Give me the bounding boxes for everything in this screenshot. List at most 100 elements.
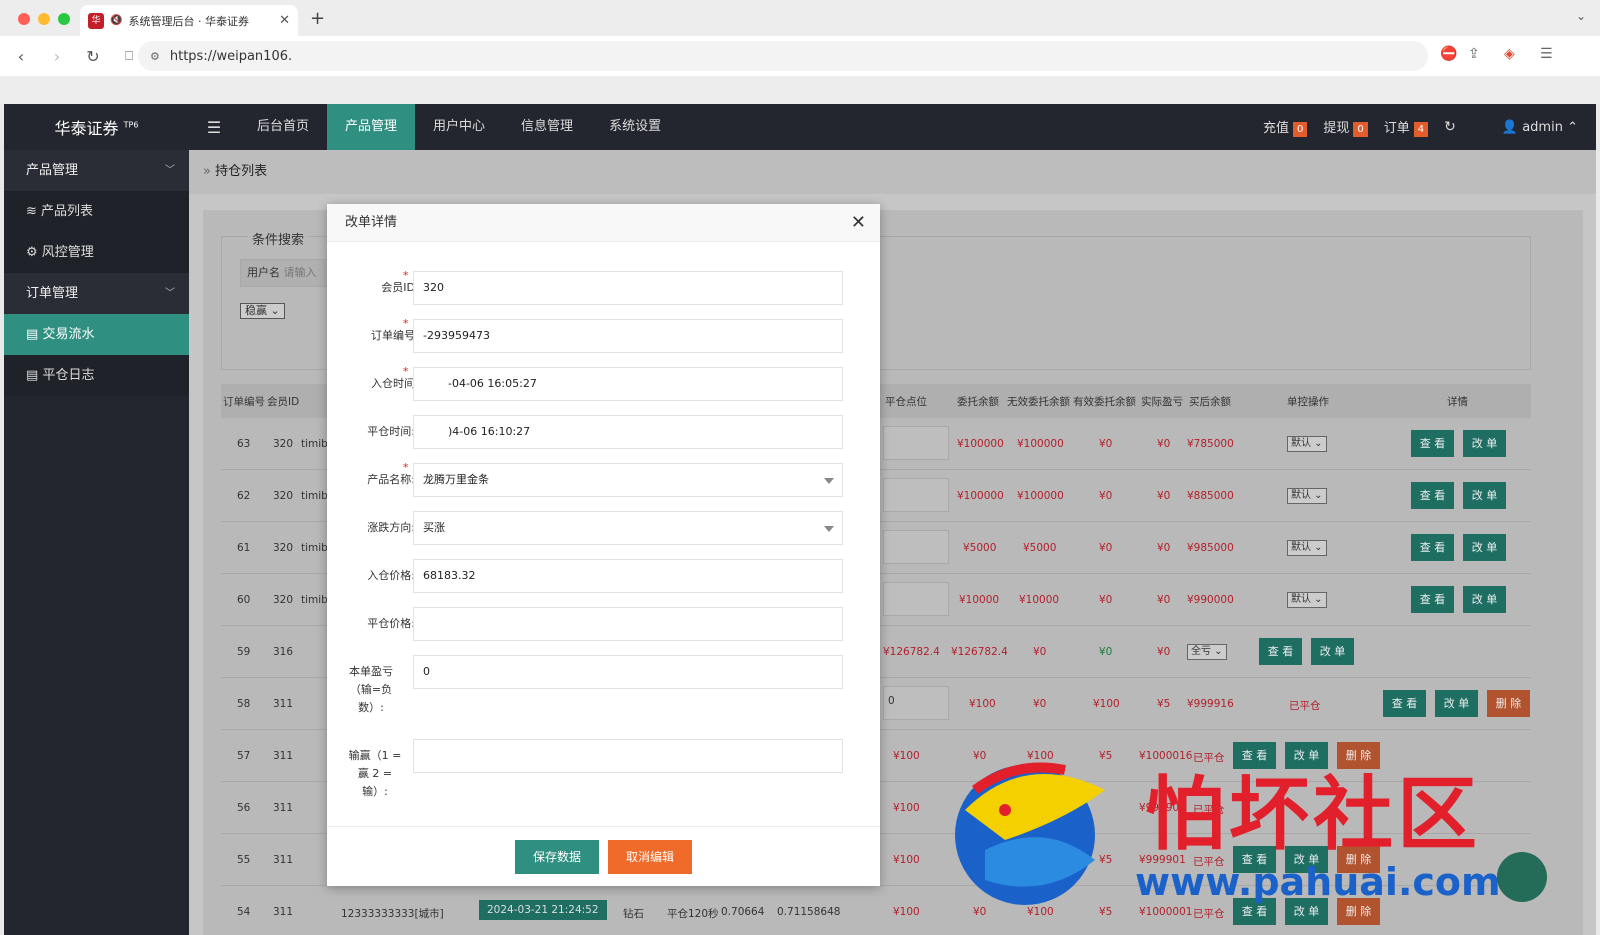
cell-point-input[interactable] (883, 530, 949, 564)
cell-id: 59 (237, 646, 251, 658)
col-after: 买后余额 (1189, 396, 1231, 408)
sidebar-group-label: 订单管理 (26, 286, 79, 301)
back-icon[interactable]: ‹ (6, 47, 36, 66)
maximize-window-icon[interactable] (58, 13, 70, 25)
ctrl-select[interactable]: 默认 ⌄ (1287, 592, 1327, 608)
sidebar-item-close-log[interactable]: ▤ 平仓日志 (4, 355, 189, 396)
nav-settings[interactable]: 系统设置 (591, 104, 679, 150)
order-no-input[interactable]: -293959473 (413, 319, 843, 353)
ctrl-select[interactable]: 默认 ⌄ (1287, 488, 1327, 504)
view-button[interactable]: 查 看 (1411, 534, 1454, 561)
fish-logo-icon (955, 762, 1105, 905)
edit-button[interactable]: 改 单 (1463, 534, 1506, 561)
watermark-text: 怕坏社区 (1145, 768, 1481, 861)
view-button[interactable]: 查 看 (1411, 482, 1454, 509)
delete-button[interactable]: 删 除 (1487, 690, 1530, 717)
edit-button[interactable]: 改 单 (1463, 586, 1506, 613)
close-time-input[interactable]: )4-06 16:10:27 (413, 415, 843, 449)
nav-users[interactable]: 用户中心 (415, 104, 503, 150)
view-button[interactable]: 查 看 (1383, 690, 1426, 717)
cell-point-input[interactable] (883, 582, 949, 616)
col-invalid: 无效委托余额 (1007, 396, 1070, 408)
edit-button[interactable]: 改 单 (1463, 430, 1506, 457)
sidebar-group-products[interactable]: 产品管理 ﹀ (4, 150, 189, 191)
doc-icon: ▤ (26, 327, 39, 342)
sidebar-group-orders[interactable]: 订单管理 ﹀ (4, 273, 189, 314)
edit-button[interactable]: 改 单 (1435, 690, 1478, 717)
chevron-down-icon[interactable]: ⌄ (1576, 9, 1586, 23)
refresh-icon[interactable]: ↻ (1444, 119, 1456, 135)
view-button[interactable]: 查 看 (1411, 430, 1454, 457)
watermark: 怕坏社区 www.pahuai.com (945, 750, 1545, 910)
sidebar-item-product-list[interactable]: ≋ 产品列表 (4, 191, 189, 232)
search-user-input[interactable]: 请输入 (284, 266, 317, 279)
status-badge: 已平仓 (1289, 700, 1321, 712)
pnl-input[interactable]: 0 (413, 655, 843, 689)
recharge-link[interactable]: 充值 0 (1263, 117, 1308, 137)
close-icon[interactable]: ✕ (851, 213, 866, 233)
user-menu[interactable]: 👤 admin ⌃ (1502, 120, 1578, 135)
required-mark: * (403, 461, 409, 474)
ctrl-value: 全亏 (1191, 646, 1211, 657)
ctrl-select[interactable]: 全亏 ⌄ (1187, 644, 1227, 660)
withdraw-label: 提现 (1323, 121, 1350, 136)
withdraw-link[interactable]: 提现 0 (1323, 117, 1368, 137)
view-button[interactable]: 查 看 (1259, 638, 1302, 665)
cell-after: ¥990000 (1187, 594, 1234, 606)
cell-pnl: ¥0 (1157, 490, 1171, 502)
minimize-window-icon[interactable] (38, 13, 50, 25)
close-price-input[interactable] (413, 607, 843, 641)
nav-info[interactable]: 信息管理 (503, 104, 591, 150)
cell-id: 58 (237, 698, 251, 710)
open-price-input[interactable]: 68183.32 (413, 559, 843, 593)
sidebar-item-risk[interactable]: ⚙ 风控管理 (4, 232, 189, 273)
ctrl-select[interactable]: 默认 ⌄ (1287, 540, 1327, 556)
cell-id: 54 (237, 906, 251, 918)
direction-label: 涨跌方向: (367, 521, 415, 534)
edit-button[interactable]: 改 单 (1463, 482, 1506, 509)
winlose-input[interactable] (413, 739, 843, 773)
cell-point-input[interactable]: 0 (883, 686, 949, 720)
edit-button[interactable]: 改 单 (1311, 638, 1354, 665)
new-tab-icon[interactable]: + (310, 8, 325, 29)
filter-select[interactable]: 稳赢 ⌄ (240, 303, 285, 319)
cell-entrust: ¥126782.4 (951, 646, 1008, 658)
chat-icon[interactable] (1497, 852, 1547, 902)
order-link[interactable]: 订单 4 (1384, 117, 1429, 137)
cell-valid: ¥0 (1099, 594, 1113, 606)
nav-home[interactable]: 后台首页 (239, 104, 327, 150)
cell-point-input[interactable] (883, 478, 949, 512)
open-time-input[interactable]: -04-06 16:05:27 (413, 367, 843, 401)
cancel-button[interactable]: 取消编辑 (608, 840, 692, 874)
cell-id: 55 (237, 854, 251, 866)
address-bar[interactable]: ⚙ https://weipan106. (138, 41, 1428, 71)
ctrl-select[interactable]: 默认 ⌄ (1287, 436, 1327, 452)
cell-after: ¥885000 (1187, 490, 1234, 502)
close-window-icon[interactable] (18, 13, 30, 25)
browser-tab[interactable]: 华 🔇 系统管理后台 · 华泰证券 ✕ (80, 5, 298, 36)
site-settings-icon[interactable]: ⚙ (150, 50, 160, 63)
direction-select[interactable]: 买涨 (413, 511, 843, 545)
forward-icon[interactable]: › (42, 47, 72, 66)
cell-entrust: ¥100000 (957, 438, 1004, 450)
member-id-input[interactable]: 320 (413, 271, 843, 305)
view-button[interactable]: 查 看 (1411, 586, 1454, 613)
nav-products[interactable]: 产品管理 (327, 104, 416, 150)
sidebar-item-trades[interactable]: ▤ 交易流水 (4, 314, 189, 355)
cell-member: 311 (273, 802, 294, 814)
product-select[interactable]: 龙腾万里金条 (413, 463, 843, 497)
ctrl-value: 默认 (1291, 594, 1311, 605)
close-tab-icon[interactable]: ✕ (279, 13, 290, 28)
save-button[interactable]: 保存数据 (515, 840, 599, 874)
shield-icon[interactable]: ◈ (1504, 46, 1515, 62)
reload-icon[interactable]: ↻ (78, 47, 108, 66)
cell-out-price: 0.71158648 (777, 906, 841, 918)
menu-toggle-icon[interactable]: ☰ (189, 118, 239, 137)
cell-point-input[interactable] (883, 426, 949, 460)
menu-icon[interactable]: ☰ (1540, 46, 1553, 62)
cell-pnl: ¥0 (1157, 594, 1171, 606)
blocked-icon[interactable]: ⛔ (1440, 46, 1457, 62)
mute-icon[interactable]: 🔇 (110, 15, 122, 26)
sidebar: 产品管理 ﹀ ≋ 产品列表 ⚙ 风控管理 订单管理 ﹀ ▤ 交易流水 ▤ 平仓日志 (4, 150, 189, 935)
share-icon[interactable]: ⇪ (1468, 46, 1480, 62)
